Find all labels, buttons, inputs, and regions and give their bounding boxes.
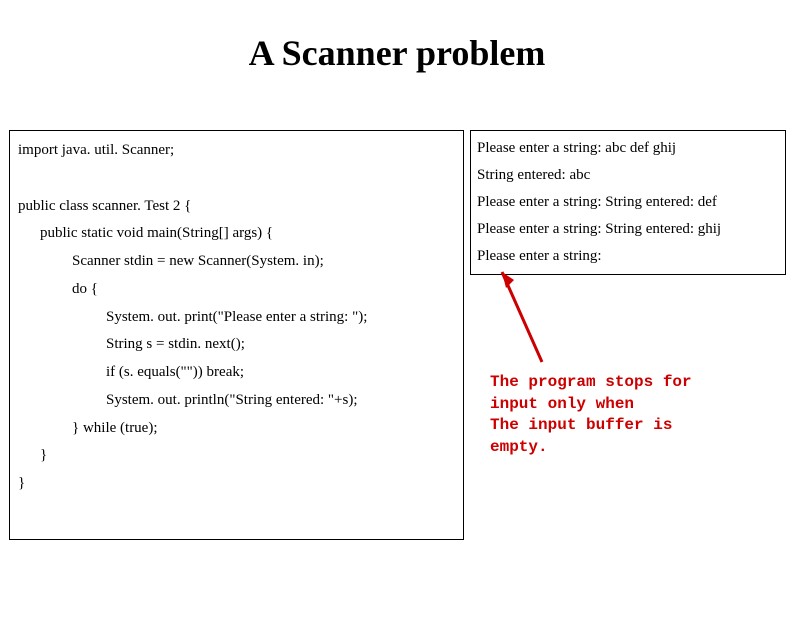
- annotation-line: input only when: [490, 394, 780, 416]
- code-line: System. out. println("String entered: "+…: [18, 387, 455, 415]
- code-line: } while (true);: [18, 415, 455, 443]
- code-line: }: [18, 442, 455, 470]
- code-line: if (s. equals("")) break;: [18, 359, 455, 387]
- code-line: public class scanner. Test 2 {: [18, 193, 455, 221]
- annotation-line: The input buffer is: [490, 415, 780, 437]
- code-line: public static void main(String[] args) {: [18, 220, 455, 248]
- annotation-text: The program stops for input only when Th…: [490, 372, 780, 458]
- output-line: Please enter a string: abc def ghij: [477, 135, 779, 162]
- output-line: Please enter a string:: [477, 243, 779, 270]
- output-line: String entered: abc: [477, 162, 779, 189]
- code-line: Scanner stdin = new Scanner(System. in);: [18, 248, 455, 276]
- output-line: Please enter a string: String entered: d…: [477, 189, 779, 216]
- annotation-line: empty.: [490, 437, 780, 459]
- code-line: }: [18, 470, 455, 498]
- code-box: import java. util. Scanner; public class…: [9, 130, 464, 540]
- code-line: String s = stdin. next();: [18, 331, 455, 359]
- output-line: Please enter a string: String entered: g…: [477, 216, 779, 243]
- page-title: A Scanner problem: [0, 32, 794, 74]
- arrow-icon: [492, 262, 552, 372]
- output-box: Please enter a string: abc def ghij Stri…: [470, 130, 786, 275]
- code-line: System. out. print("Please enter a strin…: [18, 304, 455, 332]
- annotation-line: The program stops for: [490, 372, 780, 394]
- code-line: import java. util. Scanner;: [18, 137, 455, 165]
- code-blank: [18, 165, 455, 193]
- code-line: do {: [18, 276, 455, 304]
